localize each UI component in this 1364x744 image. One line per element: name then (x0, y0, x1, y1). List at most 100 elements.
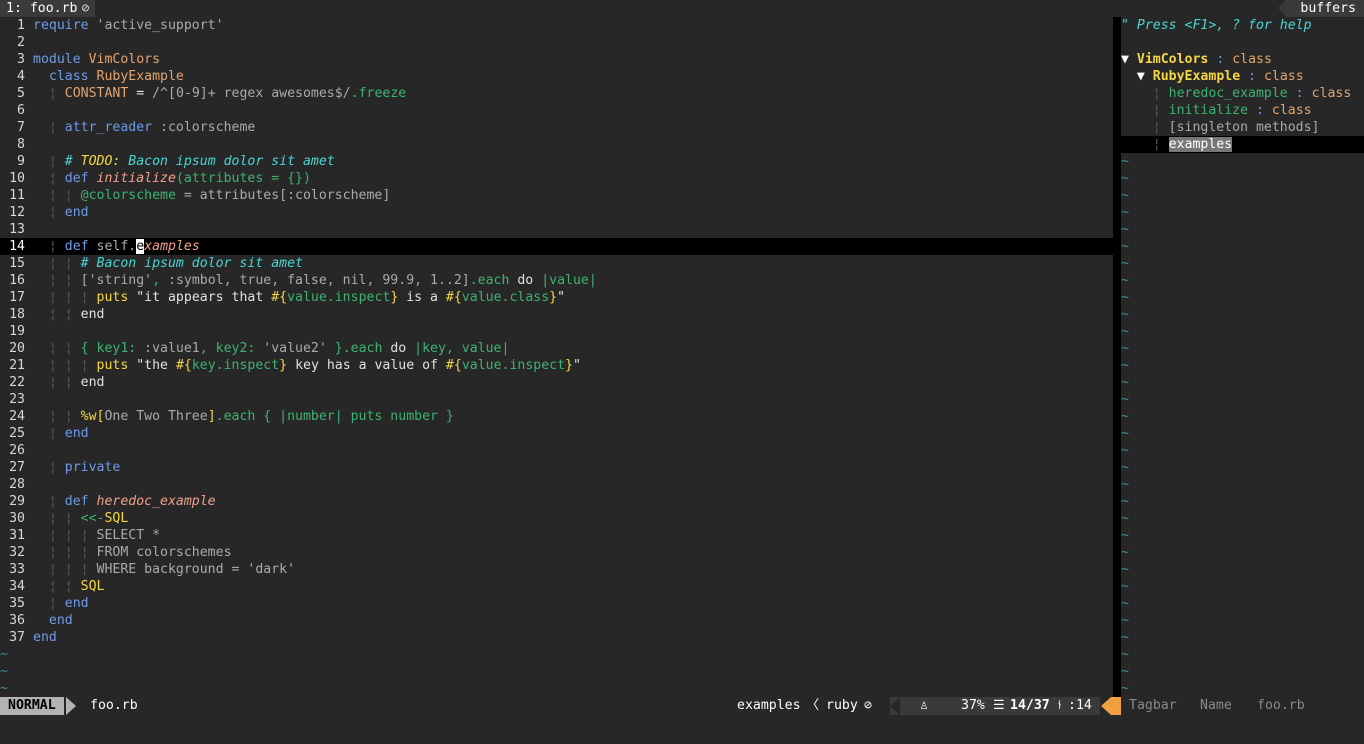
code-token: :value1 (144, 341, 200, 356)
empty-line-marker: ~ (1121, 188, 1129, 203)
code-line[interactable]: 2 (0, 34, 1113, 51)
indent-guide: ¦ ¦ ¦ (33, 545, 97, 560)
statusline: NORMAL foo.rb examples 〈 ruby ⊘ ♙ 37% ☰ … (0, 697, 1364, 715)
tab-foo-rb[interactable]: 1: foo.rb ⊘ (0, 0, 96, 17)
tag-item-rubyexample[interactable]: ▼ RubyExample : class (1121, 68, 1364, 85)
tag-item-examples-selected[interactable]: ¦ examples (1121, 136, 1364, 153)
empty-line-marker: ~ (1121, 205, 1129, 220)
line-number: 7 (17, 120, 25, 135)
editor-pane[interactable]: 1 require 'active_support' 2 3 module VimC… (0, 17, 1113, 697)
code-line[interactable]: 21 ¦ ¦ ¦ puts "the #{key.inspect} key ha… (0, 357, 1113, 374)
code-token: TODO: (80, 154, 121, 169)
fold-triangle-icon[interactable]: ▼ (1121, 52, 1129, 67)
code-line[interactable]: 13 (0, 221, 1113, 238)
code-line[interactable]: 23 (0, 391, 1113, 408)
buffers-label[interactable]: buffers (1278, 0, 1364, 17)
code-line[interactable]: 34 ¦ ¦ SQL (0, 578, 1113, 595)
code-line[interactable]: 33 ¦ ¦ ¦ WHERE background = 'dark' (0, 561, 1113, 578)
code-token: .each (469, 273, 510, 288)
tagbar-status-name: Tagbar (1129, 698, 1177, 713)
tag-kind: class (1311, 86, 1352, 101)
mode-indicator: NORMAL (0, 697, 64, 715)
code-token: |key, value| (406, 341, 510, 356)
line-number: 21 (9, 358, 25, 373)
tag-group-singleton[interactable]: ¦ [singleton methods] (1121, 119, 1364, 136)
lock-icon: ⊘ (81, 1, 90, 16)
status-filetype: ruby (826, 698, 858, 713)
code-line[interactable]: 11 ¦ ¦ @colorscheme = attributes[:colors… (0, 187, 1113, 204)
text-cursor[interactable]: e (136, 239, 145, 254)
code-line[interactable]: 17 ¦ ¦ ¦ puts "it appears that #{value.i… (0, 289, 1113, 306)
code-token: ] (207, 409, 216, 424)
indent-guide: ¦ (33, 494, 65, 509)
tagbar-pane[interactable]: " Press <F1>, ? for help ▼ VimColors : c… (1121, 17, 1364, 697)
code-token: } (279, 358, 288, 373)
code-token: :symbol (168, 273, 224, 288)
code-line[interactable]: 4 class RubyExample (0, 68, 1113, 85)
code-line[interactable]: 30 ¦ ¦ <<-SQL (0, 510, 1113, 527)
code-line[interactable]: 7 ¦ attr_reader :colorscheme (0, 119, 1113, 136)
fold-triangle-icon[interactable]: ▼ (1137, 69, 1145, 84)
tabline: 1: foo.rb ⊘ buffers (0, 0, 1364, 17)
cursor-line[interactable]: 14 ¦ def self.examples (0, 238, 1113, 255)
code-line[interactable]: 24 ¦ ¦ %w[One Two Three].each { |number|… (0, 408, 1113, 425)
empty-line-marker: ~ (1121, 562, 1129, 577)
code-token: def (64, 239, 89, 254)
code-line[interactable]: 37 end (0, 629, 1113, 646)
line-number: 36 (9, 613, 25, 628)
tag-item-heredoc-example[interactable]: ¦ heredoc_example : class (1121, 85, 1364, 102)
code-line[interactable]: 9 ¦ # TODO: Bacon ipsum dolor sit amet (0, 153, 1113, 170)
indent-guide: ¦ ¦ (33, 409, 81, 424)
indent-guide: ¦ (33, 171, 65, 186)
empty-line-marker: ~ (1121, 579, 1129, 594)
code-token: value.inspect (461, 358, 566, 373)
line-number: 5 (17, 86, 25, 101)
indent-guide: ¦ ¦ (33, 341, 81, 356)
tag-item-vimcolors[interactable]: ▼ VimColors : class (1121, 51, 1364, 68)
code-line[interactable]: 19 (0, 323, 1113, 340)
vertical-split-separator[interactable] (1113, 17, 1121, 697)
code-token: } (549, 290, 558, 305)
code-line[interactable]: 16 ¦ ¦ ['string', :symbol, true, false, … (0, 272, 1113, 289)
empty-line-marker: ~ (1121, 613, 1129, 628)
code-line[interactable]: 26 (0, 442, 1113, 459)
code-line[interactable]: 28 (0, 476, 1113, 493)
code-line[interactable]: 36 end (0, 612, 1113, 629)
code-line[interactable]: 10 ¦ def initialize(attributes = {}) (0, 170, 1113, 187)
code-line[interactable]: 8 (0, 136, 1113, 153)
code-line[interactable]: 31 ¦ ¦ ¦ SELECT * (0, 527, 1113, 544)
code-token: class (33, 69, 89, 84)
lock-icon: ⊘ (864, 698, 872, 713)
code-line[interactable]: 3 module VimColors (0, 51, 1113, 68)
tag-separator: : (1208, 52, 1233, 67)
empty-line-marker: ~ (1121, 154, 1129, 169)
code-line[interactable]: 15 ¦ ¦ # Bacon ipsum dolor sit amet (0, 255, 1113, 272)
tab-label: 1: foo.rb (6, 1, 78, 16)
code-token: SELECT * (96, 528, 161, 543)
code-line[interactable]: 18 ¦ ¦ end (0, 306, 1113, 323)
mode-arrow-icon (66, 697, 76, 715)
code-token: def (64, 494, 89, 509)
code-line[interactable]: 25 ¦ end (0, 425, 1113, 442)
code-line[interactable]: 35 ¦ end (0, 595, 1113, 612)
code-line[interactable]: 1 require 'active_support' (0, 17, 1113, 34)
tag-name: initialize (1168, 103, 1249, 118)
line-number: 13 (9, 222, 25, 237)
code-line[interactable]: 20 ¦ ¦ { key1: :value1, key2: 'value2' }… (0, 340, 1113, 357)
code-token: require (33, 18, 89, 33)
code-line[interactable]: 27 ¦ private (0, 459, 1113, 476)
code-line[interactable]: 29 ¦ def heredoc_example (0, 493, 1113, 510)
code-line[interactable]: 22 ¦ ¦ end (0, 374, 1113, 391)
line-number: 8 (17, 137, 25, 152)
line-number: 27 (9, 460, 25, 475)
warning-indicator (1111, 697, 1121, 715)
code-line[interactable]: 32 ¦ ¦ ¦ FROM colorschemes (0, 544, 1113, 561)
code-line[interactable]: 5 ¦ CONSTANT = /^[0-9]+ regex awesomes$/… (0, 85, 1113, 102)
warning-arrow-icon (1101, 697, 1111, 715)
angle-separator-icon: 〈 (806, 698, 820, 713)
tag-item-initialize[interactable]: ¦ initialize : class (1121, 102, 1364, 119)
code-line[interactable]: 6 (0, 102, 1113, 119)
tagbar-status-file: foo.rb (1257, 698, 1305, 713)
code-line[interactable]: 12 ¦ end (0, 204, 1113, 221)
code-token: %w[ (80, 409, 105, 424)
